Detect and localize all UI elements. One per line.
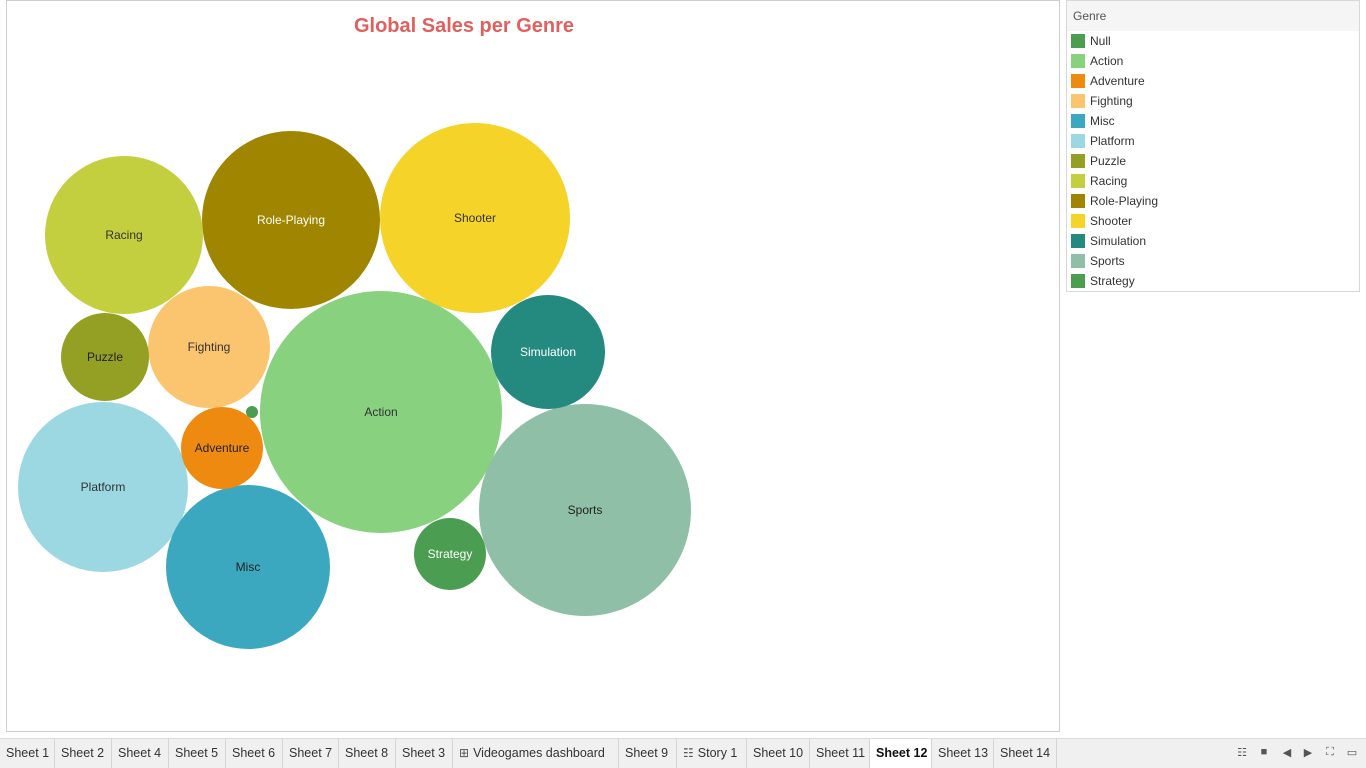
legend-item-null[interactable]: Null [1071, 31, 1111, 51]
tab-sheet-12[interactable]: Sheet 12 [870, 739, 932, 768]
legend-swatch [1071, 94, 1085, 108]
tab-label: Sheet 8 [345, 746, 389, 760]
prev-icon[interactable]: ◀ [1279, 744, 1295, 760]
legend-item-shooter[interactable]: Shooter [1071, 211, 1132, 231]
legend-item-adventure[interactable]: Adventure [1071, 71, 1145, 91]
legend-label: Misc [1090, 114, 1115, 128]
tab-label: Sheet 11 [816, 746, 866, 760]
legend-title: Genre [1067, 1, 1359, 31]
legend-item-role-playing[interactable]: Role-Playing [1071, 191, 1158, 211]
tab-sheet-13[interactable]: Sheet 13 [932, 739, 994, 768]
legend-label: Puzzle [1090, 154, 1127, 168]
legend-swatch [1071, 214, 1085, 228]
tab-label: Sheet 4 [118, 746, 162, 760]
bubble-label-platform: Platform [81, 480, 126, 494]
bubble-label-misc: Misc [236, 560, 261, 574]
filmstrip-icon[interactable]: ☷ [1234, 744, 1250, 760]
bubble-null[interactable] [246, 406, 258, 418]
legend-label: Simulation [1090, 234, 1147, 248]
tab-sheet-6[interactable]: Sheet 6 [226, 739, 283, 768]
present-icon[interactable]: ▭ [1344, 744, 1360, 760]
tab-label: Sheet 2 [61, 746, 105, 760]
tab-sheet-9[interactable]: Sheet 9 [619, 739, 677, 768]
legend-swatch [1071, 34, 1085, 48]
tab-sheet-7[interactable]: Sheet 7 [283, 739, 339, 768]
bubble-label-adventure: Adventure [195, 441, 250, 455]
bubble-label-racing: Racing [105, 228, 142, 242]
legend-label: Sports [1090, 254, 1125, 268]
legend-swatch [1071, 74, 1085, 88]
fit-screen-icon[interactable]: ⛶ [1322, 744, 1338, 760]
tab-label: Sheet 5 [175, 746, 219, 760]
tab-sheet-10[interactable]: Sheet 10 [747, 739, 810, 768]
tab-label: Videogames dashboard [473, 746, 605, 760]
legend-item-racing[interactable]: Racing [1071, 171, 1127, 191]
tab-story-1[interactable]: ☷ Story 1 [677, 739, 747, 768]
tab-sheet-11[interactable]: Sheet 11 [810, 739, 870, 768]
legend-item-strategy[interactable]: Strategy [1071, 271, 1135, 291]
legend-swatch [1071, 174, 1085, 188]
bubble-label-sports: Sports [568, 503, 603, 517]
legend-swatch [1071, 154, 1085, 168]
legend-label: Null [1090, 34, 1111, 48]
bubble-label-strategy: Strategy [428, 547, 473, 561]
bubble-label-action: Action [364, 405, 397, 419]
legend-item-misc[interactable]: Misc [1071, 111, 1115, 131]
legend-swatch [1071, 274, 1085, 288]
legend-swatch [1071, 254, 1085, 268]
tab-sheet-8[interactable]: Sheet 8 [339, 739, 396, 768]
legend-label: Role-Playing [1090, 194, 1159, 208]
tab-sheet-14[interactable]: Sheet 14 [994, 739, 1057, 768]
tab-label: Sheet 3 [402, 746, 446, 760]
legend-label: Fighting [1090, 94, 1133, 108]
tab-sheet-4[interactable]: Sheet 4 [112, 739, 169, 768]
tab-sheet-1[interactable]: Sheet 1 [0, 739, 55, 768]
tab-videogames-dashboard[interactable]: ⊞ Videogames dashboard [453, 739, 619, 768]
tab-label: Sheet 10 [753, 746, 804, 760]
legend-swatch [1071, 54, 1085, 68]
legend-label: Platform [1090, 134, 1135, 148]
legend-item-puzzle[interactable]: Puzzle [1071, 151, 1126, 171]
bubble-label-fighting: Fighting [188, 340, 231, 354]
sheet-tab-bar: Sheet 1 Sheet 2 Sheet 4 Sheet 5 Sheet 6 Sheet… [0, 738, 1366, 768]
legend-swatch [1071, 114, 1085, 128]
next-icon[interactable]: ▶ [1300, 744, 1316, 760]
tab-label: Sheet 13 [938, 746, 989, 760]
legend-item-action[interactable]: Action [1071, 51, 1123, 71]
story-icon: ☷ [683, 746, 694, 760]
legend-item-simulation[interactable]: Simulation [1071, 231, 1146, 251]
legend-swatch [1071, 194, 1085, 208]
bubble-label-shooter: Shooter [454, 211, 496, 225]
chart-area: Global Sales per Genre Action Sports Shoot… [6, 0, 1060, 732]
bubble-label-puzzle: Puzzle [87, 350, 123, 364]
sheet-view-icon[interactable]: ■ [1256, 744, 1272, 760]
tab-label: Sheet 12 [876, 746, 928, 760]
legend-swatch [1071, 234, 1085, 248]
legend-item-fighting[interactable]: Fighting [1071, 91, 1133, 111]
tab-label: Sheet 6 [232, 746, 276, 760]
legend-label: Strategy [1090, 274, 1135, 288]
legend-swatch [1071, 134, 1085, 148]
bubble-label-role-playing: Role-Playing [257, 213, 325, 227]
tab-sheet-3[interactable]: Sheet 3 [396, 739, 453, 768]
legend-item-platform[interactable]: Platform [1071, 131, 1135, 151]
tab-label: Sheet 9 [625, 746, 669, 760]
tab-label: Sheet 7 [289, 746, 333, 760]
tab-label: Sheet 1 [6, 746, 50, 760]
bubble-chart: Action Sports Shooter Role-Playing Platform M… [18, 123, 691, 649]
tab-label: Story 1 [697, 746, 738, 760]
legend-label: Action [1090, 54, 1124, 68]
legend-label: Adventure [1090, 74, 1145, 88]
tab-sheet-5[interactable]: Sheet 5 [169, 739, 226, 768]
dashboard-icon: ⊞ [459, 746, 470, 760]
legend: Genre Null Action Adventure Fighting Misc Pla… [1066, 0, 1360, 292]
bubble-label-simulation: Simulation [520, 345, 576, 359]
tab-sheet-2[interactable]: Sheet 2 [55, 739, 112, 768]
legend-item-sports[interactable]: Sports [1071, 251, 1125, 271]
tab-label: Sheet 14 [1000, 746, 1051, 760]
legend-label: Racing [1090, 174, 1128, 188]
legend-label: Shooter [1090, 214, 1133, 228]
